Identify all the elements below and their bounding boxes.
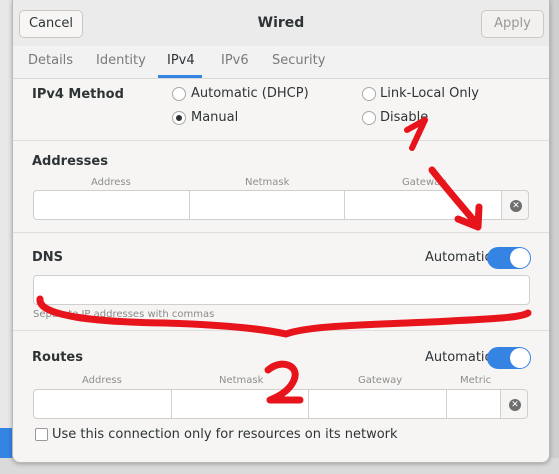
routes-automatic-label: Automatic [425,350,492,365]
netmask-input[interactable] [189,190,345,220]
route-address-input[interactable] [33,389,172,419]
dns-automatic-label: Automatic [425,250,492,265]
addresses-column-address: Address [91,177,131,188]
tab-ipv4[interactable]: IPv4 [167,53,195,68]
separator [13,232,549,233]
dns-input[interactable] [33,275,530,305]
routes-column-address: Address [82,375,122,386]
switch-knob [510,248,530,268]
addresses-column-gateway: Gateway [402,177,447,188]
addresses-column-netmask: Netmask [245,177,290,188]
separator [13,330,549,331]
radio-automatic-dhcp-label: Automatic (DHCP) [191,86,309,101]
radio-automatic-dhcp[interactable] [172,87,186,101]
restrict-network-label: Use this connection only for resources o… [52,427,398,442]
route-gateway-input[interactable] [308,389,447,419]
dns-title: DNS [32,250,64,265]
clear-icon: ✕ [510,200,522,212]
separator [13,140,549,141]
active-tab-indicator [158,75,202,78]
route-metric-input[interactable] [446,389,501,419]
radio-disable[interactable] [362,111,376,125]
radio-link-local-only[interactable] [362,87,376,101]
clear-icon: ✕ [509,399,521,411]
radio-link-local-only-label: Link-Local Only [380,86,479,101]
wired-settings-dialog: Cancel Wired Apply Details Identity IPv4… [12,0,550,463]
tab-details[interactable]: Details [28,53,73,68]
radio-manual[interactable] [172,111,186,125]
ipv4-method-label: IPv4 Method [32,87,124,102]
delete-route-button[interactable]: ✕ [500,389,528,419]
dns-hint: Separate IP addresses with commas [33,309,215,320]
route-netmask-input[interactable] [171,389,309,419]
routes-column-netmask: Netmask [219,375,264,386]
header-bar: Cancel Wired Apply [13,0,549,47]
apply-button[interactable]: Apply [481,10,544,38]
routes-column-gateway: Gateway [358,375,403,386]
routes-automatic-switch[interactable] [487,347,531,369]
addresses-title: Addresses [32,154,108,169]
restrict-network-checkbox[interactable] [35,428,48,441]
tab-ipv6[interactable]: IPv6 [221,53,249,68]
tab-bar: Details Identity IPv4 IPv6 Security [13,46,549,79]
radio-manual-label: Manual [191,110,239,125]
address-input[interactable] [33,190,190,220]
delete-address-button[interactable]: ✕ [501,190,529,220]
tab-security[interactable]: Security [272,53,325,68]
radio-disable-label: Disable [380,110,429,125]
gateway-input[interactable] [344,190,502,220]
dns-automatic-switch[interactable] [487,247,531,269]
tab-identity[interactable]: Identity [96,53,146,68]
routes-column-metric: Metric [460,375,492,386]
routes-title: Routes [32,350,83,365]
switch-knob [510,348,530,368]
dialog-title: Wired [257,15,305,31]
